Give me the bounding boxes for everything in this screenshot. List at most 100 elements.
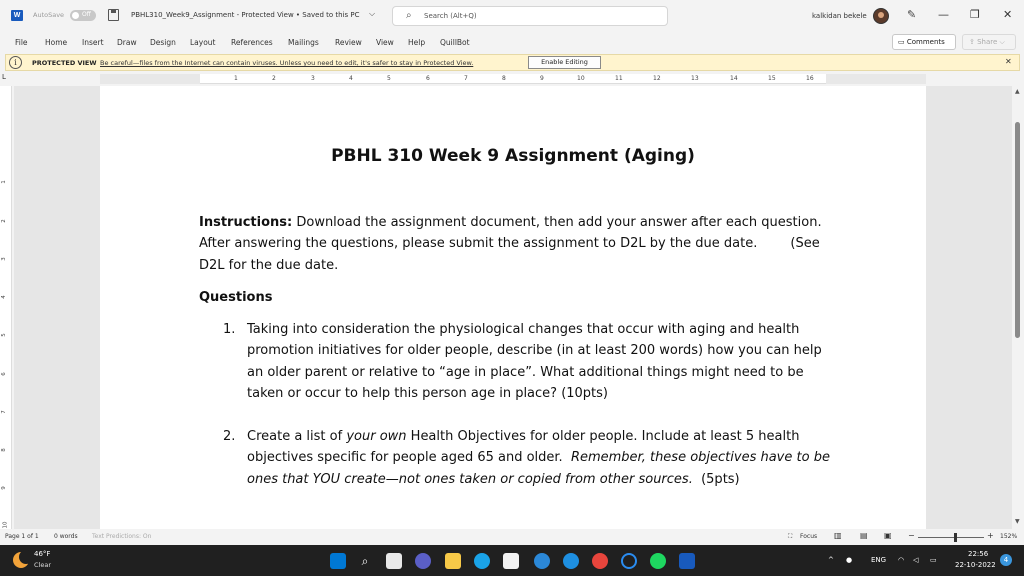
tab-draw[interactable]: Draw — [117, 38, 137, 47]
clock-date[interactable]: 22-10-2022 — [955, 561, 996, 569]
app-icon[interactable] — [563, 553, 579, 569]
instructions-label: Instructions: — [199, 215, 293, 230]
ruler-left-margin — [100, 74, 200, 84]
chat-icon[interactable] — [415, 553, 431, 569]
ruler-tick: 8 — [0, 448, 7, 452]
security-icon[interactable]: ● — [846, 556, 852, 564]
chrome-icon[interactable] — [592, 553, 608, 569]
spotify-icon[interactable] — [650, 553, 666, 569]
tab-view[interactable]: View — [376, 38, 394, 47]
word-count[interactable]: 0 words — [54, 533, 78, 540]
restore-button[interactable]: ❐ — [970, 8, 980, 21]
autosave-state: Off — [82, 11, 91, 18]
text-predictions[interactable]: Text Predictions: On — [92, 533, 151, 540]
autosave-toggle[interactable]: Off — [70, 10, 96, 21]
ruler-tick: 1 — [0, 180, 7, 184]
vertical-ruler[interactable]: 1 2 3 4 5 6 7 8 9 10 — [0, 86, 12, 529]
question-number: 2. — [223, 429, 236, 444]
ruler-tick: 7 — [464, 75, 468, 82]
scrollbar-thumb[interactable] — [1015, 122, 1020, 338]
zoom-in-icon[interactable]: + — [987, 531, 994, 540]
protected-view-message[interactable]: Be careful—files from the Internet can c… — [100, 59, 473, 67]
chevron-up-icon[interactable]: ^ — [828, 556, 834, 564]
document-canvas[interactable]: PBHL 310 Week 9 Assignment (Aging) Instr… — [14, 86, 1012, 529]
task-view-icon[interactable] — [386, 553, 402, 569]
comment-icon: ▭ — [898, 38, 907, 46]
tab-references[interactable]: References — [231, 38, 273, 47]
tab-insert[interactable]: Insert — [82, 38, 104, 47]
tab-home[interactable]: Home — [45, 38, 67, 47]
tab-file[interactable]: File — [15, 38, 28, 47]
search-box[interactable]: ⌕ Search (Alt+Q) — [392, 6, 668, 26]
questions-heading: Questions — [199, 287, 272, 308]
comments-button[interactable]: ▭ Comments — [892, 34, 956, 50]
q2-text: Health Objectives for older people. Incl… — [406, 429, 800, 444]
focus-label[interactable]: Focus — [800, 533, 817, 540]
tab-mailings[interactable]: Mailings — [288, 38, 319, 47]
tab-selector[interactable]: L — [2, 73, 12, 83]
scroll-down-icon[interactable]: ▼ — [1015, 518, 1020, 525]
weather-temperature[interactable]: 46°F — [34, 550, 50, 558]
save-icon[interactable] — [108, 9, 119, 21]
word-taskbar-icon[interactable] — [679, 553, 695, 569]
pen-icon[interactable]: ✎ — [907, 8, 916, 21]
tab-layout[interactable]: Layout — [190, 38, 216, 47]
user-name[interactable]: kalkidan bekele — [812, 12, 867, 20]
search-icon[interactable]: ⌕ — [357, 553, 373, 569]
horizontal-ruler[interactable]: 1 2 3 4 5 6 7 8 9 10 11 12 13 14 15 16 — [100, 74, 926, 84]
volume-icon[interactable]: ◁ — [913, 556, 918, 564]
ruler-tick: 14 — [730, 75, 738, 82]
document-title[interactable]: PBHL310_Week9_Assignment - Protected Vie… — [131, 11, 360, 19]
ruler-tick: 12 — [653, 75, 661, 82]
page-count[interactable]: Page 1 of 1 — [5, 533, 39, 540]
vertical-scrollbar[interactable]: ▲ ▼ — [1012, 86, 1024, 529]
ruler-tick: 13 — [691, 75, 699, 82]
edge-icon[interactable] — [474, 553, 490, 569]
avatar[interactable] — [873, 8, 889, 24]
q2-text: objectives specific for people aged 65 a… — [247, 450, 571, 466]
minimize-button[interactable]: — — [938, 8, 949, 21]
cortana-icon[interactable] — [621, 553, 637, 569]
zoom-slider-thumb[interactable] — [954, 533, 957, 542]
ruler-tick: 15 — [768, 75, 776, 82]
web-layout-icon[interactable]: ▣ — [884, 531, 892, 540]
close-protected-bar-button[interactable]: ✕ — [1005, 57, 1012, 66]
file-explorer-icon[interactable] — [445, 553, 461, 569]
scroll-up-icon[interactable]: ▲ — [1015, 88, 1020, 95]
close-window-button[interactable]: ✕ — [1003, 8, 1012, 21]
q2-text: Create a list of — [247, 429, 347, 444]
ruler-tick: 8 — [502, 75, 506, 82]
question-line: objectives specific for people aged 65 a… — [247, 447, 830, 468]
store-icon[interactable] — [503, 553, 519, 569]
word-app-icon[interactable]: W — [11, 10, 23, 21]
zoom-level[interactable]: 152% — [1000, 533, 1017, 540]
share-label: Share — [977, 38, 998, 46]
print-layout-icon[interactable]: ▤ — [860, 531, 868, 540]
battery-icon[interactable]: ▭ — [930, 556, 937, 564]
focus-icon[interactable]: ⛶ — [788, 533, 792, 541]
clock-time[interactable]: 22:56 — [968, 550, 988, 558]
wifi-icon[interactable]: ◠ — [898, 556, 904, 564]
start-icon[interactable] — [330, 553, 346, 569]
ruler-tick: 5 — [387, 75, 391, 82]
tab-design[interactable]: Design — [150, 38, 176, 47]
share-button[interactable]: ⇪ Share ⌵ — [962, 34, 1016, 50]
ruler-tick: 7 — [0, 410, 7, 414]
enable-editing-button[interactable]: Enable Editing — [528, 56, 601, 69]
ruler-tick: 9 — [0, 486, 7, 490]
document-page[interactable]: PBHL 310 Week 9 Assignment (Aging) Instr… — [100, 86, 926, 529]
app-icon[interactable] — [534, 553, 550, 569]
weather-condition[interactable]: Clear — [34, 561, 51, 569]
notification-badge[interactable]: 4 — [1000, 554, 1012, 566]
read-mode-icon[interactable]: ▥ — [834, 531, 842, 540]
instructions-line: After answering the questions, please su… — [199, 236, 820, 252]
question-line: Create a list of your own Health Objecti… — [247, 426, 830, 447]
zoom-slider[interactable] — [918, 537, 984, 538]
zoom-out-icon[interactable]: − — [908, 531, 915, 540]
chevron-down-icon[interactable]: ⌵ — [369, 9, 375, 19]
tab-help[interactable]: Help — [408, 38, 425, 47]
tab-quillbot[interactable]: QuillBot — [440, 38, 470, 47]
moon-icon[interactable] — [13, 550, 33, 568]
tab-review[interactable]: Review — [335, 38, 362, 47]
language-indicator[interactable]: ENG — [871, 556, 886, 564]
